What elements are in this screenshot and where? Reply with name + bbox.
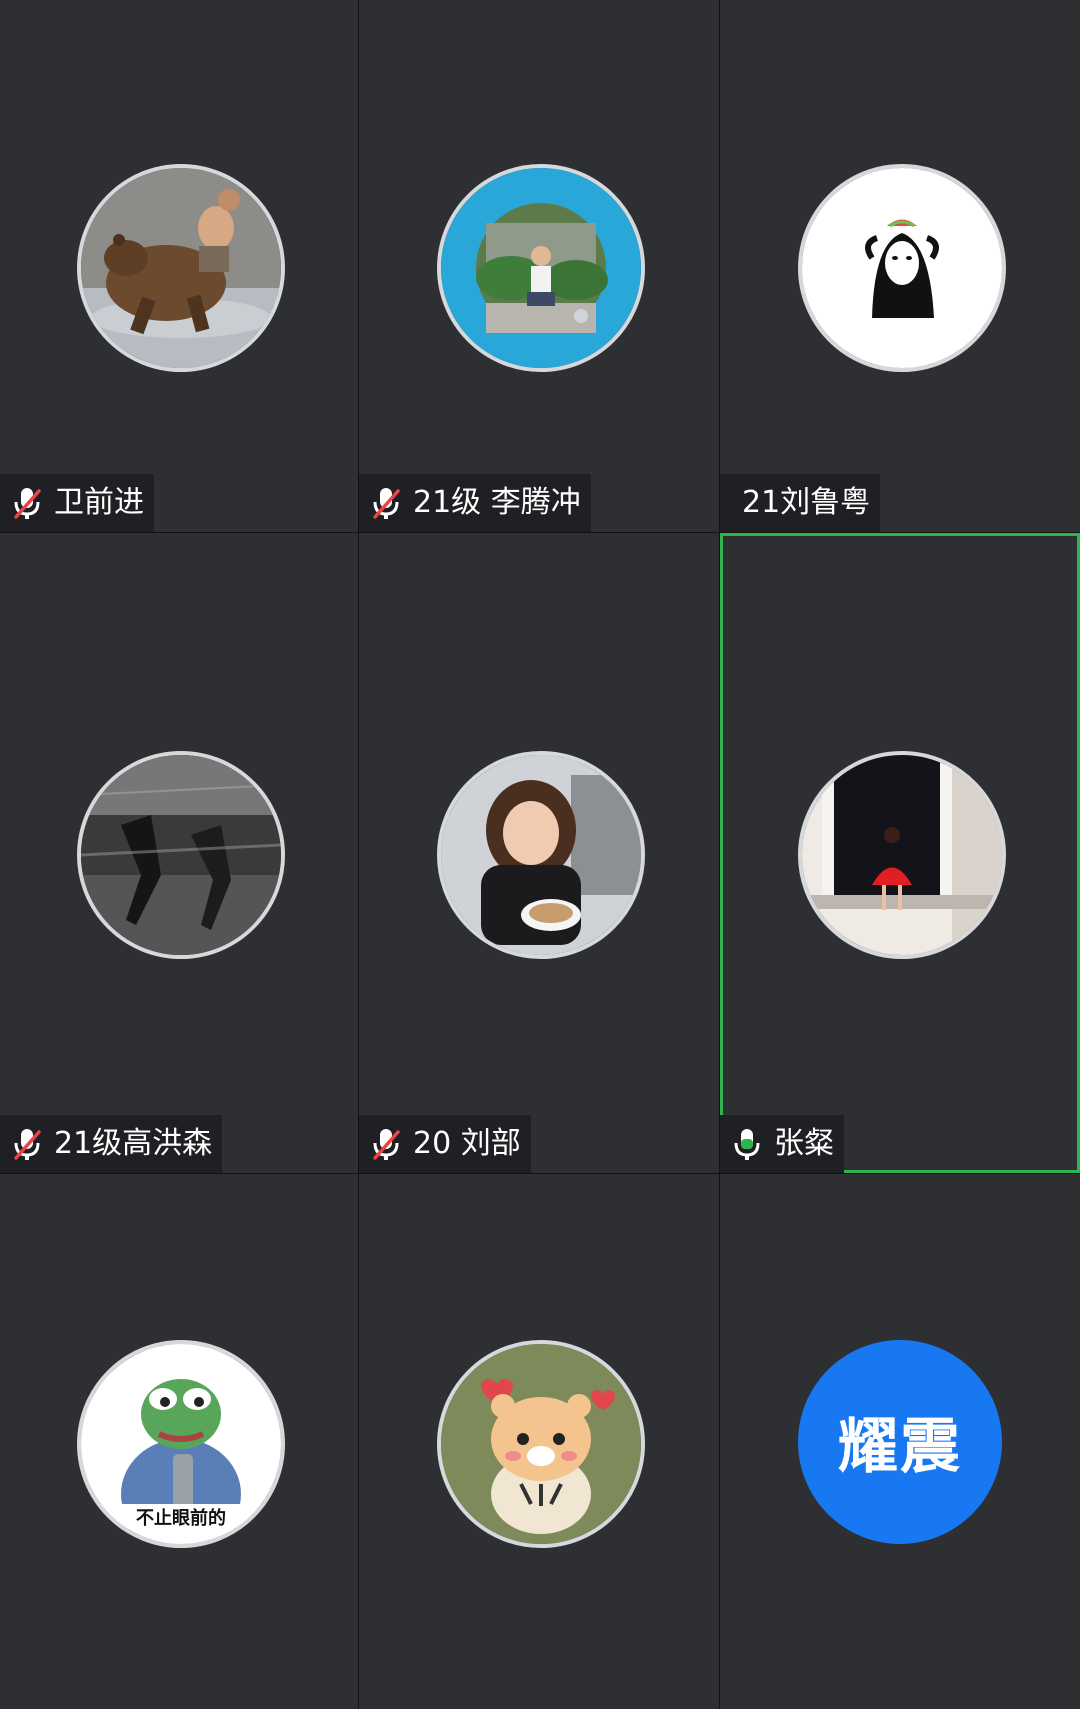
- participant-name: 21刘鲁粤: [742, 485, 871, 520]
- name-bar: 20 刘部: [359, 1115, 531, 1173]
- name-bar: 21刘鲁粤: [720, 474, 881, 532]
- pepe-frog-image: 不止眼前的: [81, 1343, 281, 1544]
- mic-muted-icon: [371, 485, 401, 521]
- mic-active-icon: [732, 1126, 762, 1162]
- avatar: [77, 164, 285, 372]
- participant-name: 21级 李腾冲: [413, 485, 581, 520]
- text-avatar: 耀震: [798, 1339, 1002, 1544]
- participant-tile[interactable]: [359, 1174, 719, 1709]
- avatar: [798, 751, 1006, 959]
- avatar: 不止眼前的: [77, 1339, 285, 1548]
- man-garden-image: [441, 168, 641, 368]
- participant-name: 张粲: [774, 1126, 834, 1161]
- tiger-cartoon-image: [441, 1343, 641, 1544]
- avatar: [798, 164, 1006, 372]
- participant-tile[interactable]: 20 刘部: [359, 533, 719, 1173]
- avatar: [77, 751, 285, 959]
- avatar: [437, 751, 645, 959]
- mic-muted-icon: [12, 485, 42, 521]
- name-bar: 张粲: [720, 1115, 844, 1173]
- participant-tile[interactable]: 卫前进: [0, 0, 358, 532]
- participant-tile[interactable]: 耀震: [720, 1174, 1080, 1709]
- mic-muted-icon: [371, 1126, 401, 1162]
- participant-tile[interactable]: 21刘鲁粤: [720, 0, 1080, 532]
- avatar-caption: 不止眼前的: [136, 1507, 226, 1529]
- participant-name: 21级高洪森: [54, 1126, 213, 1161]
- girl-red-dress-image: [802, 755, 1002, 955]
- avatar: [437, 1339, 645, 1548]
- mic-muted-icon: [12, 1126, 42, 1162]
- name-bar: 21级 李腾冲: [359, 474, 591, 532]
- participant-tile[interactable]: 不止眼前的: [0, 1174, 358, 1709]
- no-face-cartoon-image: [802, 168, 1002, 368]
- participant-name: 20 刘部: [413, 1126, 521, 1161]
- running-figures-image: [81, 755, 281, 955]
- avatar: [437, 164, 645, 372]
- participant-name: 卫前进: [54, 485, 144, 520]
- girl-coffee-image: [441, 755, 641, 955]
- participant-grid: 卫前进 21级 李腾冲 21刘鲁粤 21级高洪森 20 刘部 张粲 不止眼前的 …: [0, 0, 1080, 1709]
- participant-tile-active-speaker[interactable]: 张粲: [720, 533, 1080, 1173]
- bear-rider-image: [81, 168, 281, 368]
- participant-tile[interactable]: 21级 李腾冲: [359, 0, 719, 532]
- participant-tile[interactable]: 21级高洪森: [0, 533, 358, 1173]
- name-bar: 卫前进: [0, 474, 154, 532]
- name-bar: 21级高洪森: [0, 1115, 223, 1173]
